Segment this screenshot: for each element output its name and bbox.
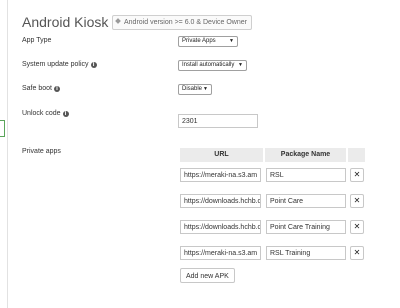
safe-boot-select[interactable]: Disable ▼	[178, 84, 212, 95]
left-panel-divider	[7, 0, 8, 308]
remove-apk-button[interactable]: ✕	[350, 246, 364, 260]
system-update-policy-label-text: System update policy	[22, 61, 89, 68]
apk-url-input[interactable]: https://downloads.hchb.c	[180, 220, 261, 234]
private-apps-label: Private apps	[22, 148, 61, 155]
close-icon: ✕	[353, 170, 361, 179]
apk-url-input[interactable]: https://meraki-na.s3.am	[180, 168, 261, 182]
version-badge-text: Android version >= 6.0 & Device Owner	[124, 19, 247, 26]
column-header-actions	[348, 148, 365, 162]
close-icon: ✕	[353, 248, 361, 257]
apk-package-input[interactable]: RSL	[266, 168, 346, 182]
safe-boot-value: Disable	[182, 86, 203, 92]
apk-package-input[interactable]: Point Care Training	[266, 220, 346, 234]
system-update-policy-select[interactable]: Install automatically ▼	[178, 60, 247, 71]
app-type-label: App Type	[22, 37, 52, 44]
info-icon[interactable]: i	[90, 62, 97, 68]
remove-apk-button[interactable]: ✕	[350, 194, 364, 208]
unlock-code-input[interactable]: 2301	[178, 114, 258, 128]
close-icon: ✕	[353, 222, 361, 231]
left-panel-tab[interactable]	[0, 120, 5, 137]
dropdown-arrow-icon: ▼	[238, 62, 243, 68]
safe-boot-label-text: Safe boot	[22, 85, 52, 92]
version-badge: Android version >= 6.0 & Device Owner	[112, 15, 252, 30]
column-header-url: URL	[180, 148, 263, 162]
remove-apk-button[interactable]: ✕	[350, 220, 364, 234]
app-type-value: Private Apps	[182, 38, 216, 44]
dropdown-arrow-icon: ▼	[229, 38, 234, 44]
close-icon: ✕	[353, 196, 361, 205]
dropdown-arrow-icon: ▼	[203, 86, 208, 92]
apk-url-input[interactable]: https://downloads.hchb.c	[180, 194, 261, 208]
info-icon[interactable]: i	[62, 111, 69, 117]
remove-apk-button[interactable]: ✕	[350, 168, 364, 182]
unlock-code-label: Unlock code i	[22, 110, 69, 117]
add-new-apk-button[interactable]: Add new APK	[180, 268, 235, 283]
apk-package-input[interactable]: RSL Training	[266, 246, 346, 260]
system-update-policy-label: System update policy i	[22, 61, 97, 68]
system-update-policy-value: Install automatically	[182, 62, 235, 68]
app-type-select[interactable]: Private Apps ▼	[178, 36, 238, 47]
info-icon[interactable]: i	[53, 86, 60, 92]
column-header-package-name: Package Name	[265, 148, 346, 162]
diamond-icon	[115, 18, 121, 24]
safe-boot-label: Safe boot i	[22, 85, 60, 92]
apk-package-input[interactable]: Point Care	[266, 194, 346, 208]
unlock-code-label-text: Unlock code	[22, 110, 61, 117]
left-panel-edge	[0, 0, 7, 308]
apk-url-input[interactable]: https://meraki-na.s3.am	[180, 246, 261, 260]
